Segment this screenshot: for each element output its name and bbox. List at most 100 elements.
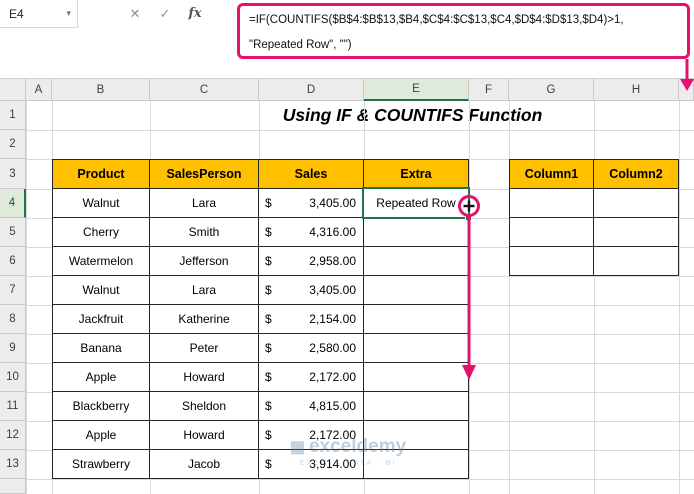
salesperson-cell[interactable]: Lara <box>150 189 259 218</box>
column-header-H[interactable]: H <box>594 79 679 101</box>
row-header-8[interactable]: 8 <box>0 305 26 334</box>
product-cell[interactable]: Walnut <box>52 276 150 305</box>
salesperson-cell[interactable]: Jefferson <box>150 247 259 276</box>
currency-symbol: $ <box>265 399 272 413</box>
extra-cell[interactable] <box>364 276 469 305</box>
salesperson-cell[interactable]: Howard <box>150 421 259 450</box>
gridline <box>26 479 694 480</box>
sales-cell[interactable]: $2,172.00 <box>259 363 364 392</box>
name-box-dropdown-icon[interactable]: ▾ <box>66 8 77 19</box>
main-header-product[interactable]: Product <box>52 159 150 189</box>
sales-amount: 2,154.00 <box>309 312 356 326</box>
salesperson-cell[interactable]: Peter <box>150 334 259 363</box>
salesperson-cell[interactable]: Smith <box>150 218 259 247</box>
formula-line-2: "Repeated Row", "") <box>249 39 352 51</box>
side-header-column2[interactable]: Column2 <box>594 159 679 189</box>
fill-handle[interactable] <box>465 214 472 221</box>
sales-amount: 2,172.00 <box>309 428 356 442</box>
column-header-C[interactable]: C <box>150 79 259 101</box>
extra-cell[interactable] <box>364 305 469 334</box>
main-header-sales[interactable]: Sales <box>259 159 364 189</box>
product-cell[interactable]: Watermelon <box>52 247 150 276</box>
name-box-value: E4 <box>9 6 24 21</box>
row-header-3[interactable]: 3 <box>0 159 26 189</box>
row-header-2[interactable]: 2 <box>0 130 26 159</box>
extra-cell[interactable] <box>364 450 469 479</box>
sales-cell[interactable]: $3,914.00 <box>259 450 364 479</box>
row-header-12[interactable]: 12 <box>0 421 26 450</box>
column-header-G[interactable]: G <box>509 79 594 101</box>
sales-cell[interactable]: $2,154.00 <box>259 305 364 334</box>
sales-amount: 2,580.00 <box>309 341 356 355</box>
product-cell[interactable]: Strawberry <box>52 450 150 479</box>
side-header-column1[interactable]: Column1 <box>509 159 594 189</box>
extra-cell[interactable] <box>364 421 469 450</box>
main-header-salesperson[interactable]: SalesPerson <box>150 159 259 189</box>
product-cell[interactable]: Walnut <box>52 189 150 218</box>
salesperson-cell[interactable]: Lara <box>150 276 259 305</box>
side-empty-cell[interactable] <box>594 247 679 276</box>
sales-cell[interactable]: $3,405.00 <box>259 189 364 218</box>
row-header-9[interactable]: 9 <box>0 334 26 363</box>
select-all-button[interactable] <box>0 79 26 101</box>
extra-cell[interactable] <box>364 392 469 421</box>
row-header-11[interactable]: 11 <box>0 392 26 421</box>
extra-cell[interactable] <box>364 247 469 276</box>
sales-cell[interactable]: $2,172.00 <box>259 421 364 450</box>
salesperson-cell[interactable]: Howard <box>150 363 259 392</box>
cancel-icon[interactable]: ✕ <box>124 6 146 22</box>
column-header-E[interactable]: E <box>364 79 469 101</box>
currency-symbol: $ <box>265 196 272 210</box>
sales-amount: 2,172.00 <box>309 370 356 384</box>
sales-cell[interactable]: $4,316.00 <box>259 218 364 247</box>
sales-cell[interactable]: $3,405.00 <box>259 276 364 305</box>
excel-window: Using IF & COUNTIFS Function ▦ exceldemy … <box>0 0 694 494</box>
row-header-5[interactable]: 5 <box>0 218 26 247</box>
name-box[interactable]: E4 ▾ <box>0 0 78 28</box>
selected-cell-E4[interactable] <box>362 187 472 221</box>
row-header-6[interactable]: 6 <box>0 247 26 276</box>
main-header-extra[interactable]: Extra <box>364 159 469 189</box>
column-header-A[interactable]: A <box>26 79 52 101</box>
column-header-F[interactable]: F <box>469 79 509 101</box>
product-cell[interactable]: Banana <box>52 334 150 363</box>
extra-cell[interactable] <box>364 218 469 247</box>
salesperson-cell[interactable]: Sheldon <box>150 392 259 421</box>
enter-icon[interactable]: ✓ <box>154 6 176 22</box>
row-header-7[interactable]: 7 <box>0 276 26 305</box>
sales-cell[interactable]: $2,580.00 <box>259 334 364 363</box>
row-header-blank[interactable] <box>0 479 26 494</box>
product-cell[interactable]: Jackfruit <box>52 305 150 334</box>
row-header-10[interactable]: 10 <box>0 363 26 392</box>
gridline <box>26 130 694 131</box>
column-header-B[interactable]: B <box>52 79 150 101</box>
side-empty-cell[interactable] <box>594 189 679 218</box>
sales-amount: 4,815.00 <box>309 399 356 413</box>
product-cell[interactable]: Blackberry <box>52 392 150 421</box>
product-cell[interactable]: Apple <box>52 363 150 392</box>
row-header-1[interactable]: 1 <box>0 101 26 130</box>
row-header-13[interactable]: 13 <box>0 450 26 479</box>
side-empty-cell[interactable] <box>509 247 594 276</box>
row-header-4[interactable]: 4 <box>0 189 26 218</box>
insert-function-icon[interactable]: fx <box>184 6 206 21</box>
side-empty-cell[interactable] <box>509 218 594 247</box>
column-header-D[interactable]: D <box>259 79 364 101</box>
sales-amount: 3,405.00 <box>309 283 356 297</box>
sales-cell[interactable]: $2,958.00 <box>259 247 364 276</box>
currency-symbol: $ <box>265 370 272 384</box>
extra-cell[interactable] <box>364 334 469 363</box>
salesperson-cell[interactable]: Jacob <box>150 450 259 479</box>
sales-cell[interactable]: $4,815.00 <box>259 392 364 421</box>
extra-cell[interactable] <box>364 363 469 392</box>
product-cell[interactable]: Cherry <box>52 218 150 247</box>
formula-input[interactable]: =IF(COUNTIFS($B$4:$B$13,$B4,$C$4:$C$13,$… <box>237 3 690 59</box>
side-empty-cell[interactable] <box>509 189 594 218</box>
side-empty-cell[interactable] <box>594 218 679 247</box>
salesperson-cell[interactable]: Katherine <box>150 305 259 334</box>
currency-symbol: $ <box>265 225 272 239</box>
sales-amount: 3,914.00 <box>309 457 356 471</box>
formula-line-1: =IF(COUNTIFS($B$4:$B$13,$B4,$C$4:$C$13,$… <box>249 14 624 26</box>
product-cell[interactable]: Apple <box>52 421 150 450</box>
column-header-blank[interactable] <box>679 79 694 101</box>
